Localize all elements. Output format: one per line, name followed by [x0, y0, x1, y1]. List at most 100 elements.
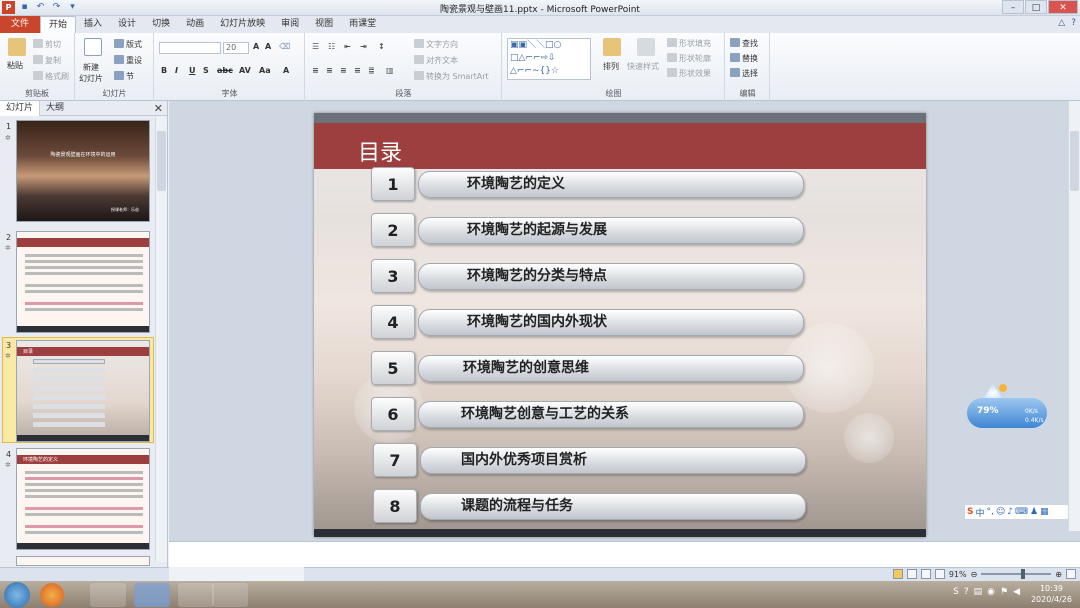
- maximize-button[interactable]: □: [1025, 0, 1047, 14]
- fit-slide-icon[interactable]: [1066, 569, 1076, 579]
- tab-slideshow[interactable]: 幻灯片放映: [212, 16, 273, 33]
- slide-title[interactable]: 目录: [358, 135, 402, 167]
- toc-item-8[interactable]: 8 课题的流程与任务: [373, 489, 813, 523]
- arrange-button[interactable]: 排列: [603, 61, 619, 72]
- increase-indent-icon[interactable]: ⇥: [360, 42, 367, 51]
- toc-item-1[interactable]: 1 环境陶艺的定义: [371, 167, 811, 201]
- change-case-button[interactable]: Aa: [259, 66, 271, 75]
- tray-network-icon[interactable]: ▤: [974, 587, 983, 597]
- taskbar-powerpoint-icon[interactable]: [212, 583, 248, 607]
- decrease-indent-icon[interactable]: ⇤: [344, 42, 351, 51]
- taskbar-app-360-icon[interactable]: [40, 583, 64, 607]
- char-spacing-button[interactable]: AV: [239, 66, 251, 75]
- shadow-button[interactable]: S: [203, 66, 209, 75]
- underline-button[interactable]: U: [189, 66, 196, 75]
- tab-view[interactable]: 视图: [307, 16, 341, 33]
- section-button[interactable]: 节: [114, 71, 134, 82]
- tray-sogou-icon[interactable]: S: [953, 587, 959, 597]
- slide-thumbnail-1[interactable]: 陶瓷景观壁画在环境中的运用 授课老师：乐苗: [16, 120, 150, 222]
- taskbar-app-icon[interactable]: [134, 583, 170, 607]
- zoom-in-icon[interactable]: ⊕: [1055, 570, 1062, 579]
- voice-icon[interactable]: ♪: [1007, 507, 1013, 517]
- columns-icon[interactable]: ▥: [386, 66, 394, 75]
- minimize-button[interactable]: –: [1002, 0, 1024, 14]
- copy-button[interactable]: 复制: [33, 55, 61, 66]
- strikethrough-button[interactable]: abc: [217, 66, 233, 75]
- tray-flag-icon[interactable]: ⚑: [1000, 587, 1008, 597]
- find-button[interactable]: 查找: [730, 38, 758, 49]
- toc-item-7[interactable]: 7 国内外优秀项目赏析: [373, 443, 813, 477]
- editor-scroll-thumb[interactable]: [1070, 131, 1079, 191]
- align-center-icon[interactable]: ≡: [326, 66, 333, 75]
- tab-slides[interactable]: 幻灯片: [0, 101, 41, 116]
- clear-format-icon[interactable]: ⌫: [279, 42, 290, 51]
- tab-rain-classroom[interactable]: 雨课堂: [341, 16, 384, 33]
- quick-styles-button[interactable]: 快速样式: [627, 61, 659, 72]
- paste-button[interactable]: 粘贴: [7, 60, 23, 71]
- new-slide-button[interactable]: 新建: [83, 62, 99, 73]
- slide-thumbnail-2[interactable]: [16, 231, 150, 333]
- normal-view-icon[interactable]: [892, 569, 903, 579]
- grow-font-icon[interactable]: A: [253, 42, 259, 51]
- slide-thumbnail-5[interactable]: [16, 556, 150, 566]
- align-text-button[interactable]: 对齐文本: [414, 55, 458, 66]
- slide-sorter-view-icon[interactable]: [906, 569, 917, 579]
- bold-button[interactable]: B: [161, 66, 167, 75]
- tab-transitions[interactable]: 切换: [144, 16, 178, 33]
- paste-icon[interactable]: [8, 38, 26, 56]
- editor-scrollbar[interactable]: [1068, 101, 1080, 531]
- font-name-select[interactable]: [159, 42, 221, 54]
- tab-design[interactable]: 设计: [110, 16, 144, 33]
- font-size-select[interactable]: 20: [223, 42, 249, 54]
- tab-file[interactable]: 文件: [0, 16, 41, 33]
- italic-button[interactable]: I: [175, 66, 178, 75]
- toc-item-4[interactable]: 4 环境陶艺的国内外现状: [371, 305, 811, 339]
- horizontal-scrollbar[interactable]: [169, 567, 304, 581]
- help-icon[interactable]: ?: [1071, 18, 1076, 28]
- tab-review[interactable]: 审阅: [273, 16, 307, 33]
- font-color-button[interactable]: A: [283, 66, 289, 75]
- cut-button[interactable]: 剪切: [33, 39, 61, 50]
- select-button[interactable]: 选择: [730, 68, 758, 79]
- layout-button[interactable]: 版式: [114, 39, 142, 50]
- panel-scroll-thumb[interactable]: [157, 131, 166, 191]
- close-button[interactable]: ✕: [1048, 0, 1078, 14]
- zoom-level[interactable]: 91%: [949, 570, 967, 579]
- ime-toolbar[interactable]: S 中 °, ☺ ♪ ⌨ ♟ ▦: [964, 504, 1078, 520]
- text-direction-button[interactable]: 文字方向: [414, 39, 458, 50]
- zoom-slider-knob[interactable]: [1021, 569, 1026, 579]
- new-slide-icon[interactable]: [84, 38, 102, 56]
- notes-pane[interactable]: [169, 541, 1080, 567]
- start-button[interactable]: [4, 582, 30, 608]
- zoom-out-icon[interactable]: ⊖: [971, 570, 978, 579]
- toc-item-3[interactable]: 3 环境陶艺的分类与特点: [371, 259, 811, 293]
- slideshow-view-icon[interactable]: [934, 569, 945, 579]
- taskbar-app-icon[interactable]: [178, 583, 214, 607]
- close-panel-icon[interactable]: ✕: [154, 102, 163, 115]
- panel-scrollbar[interactable]: [155, 117, 167, 562]
- quick-styles-icon[interactable]: [637, 38, 655, 56]
- align-right-icon[interactable]: ≡: [340, 66, 347, 75]
- shape-outline-button[interactable]: 形状轮廓: [667, 53, 711, 64]
- toc-item-6[interactable]: 6 环境陶艺创意与工艺的关系: [371, 397, 811, 431]
- punctuation-icon[interactable]: °,: [987, 507, 994, 517]
- user-icon[interactable]: ♟: [1030, 507, 1038, 517]
- tray-help-icon[interactable]: ?: [964, 587, 969, 597]
- replace-button[interactable]: 替换: [730, 53, 758, 64]
- line-spacing-icon[interactable]: ↕: [378, 42, 385, 51]
- system-clock[interactable]: 10:39 2020/4/26: [1031, 583, 1072, 605]
- tab-animations[interactable]: 动画: [178, 16, 212, 33]
- zoom-slider[interactable]: [981, 569, 1052, 579]
- justify-icon[interactable]: ≡: [354, 66, 361, 75]
- format-painter-button[interactable]: 格式刷: [33, 71, 69, 82]
- slide-canvas[interactable]: 目录 1 环境陶艺的定义 2 环境陶艺的起源与发展 3 环境陶艺的分类与特点 4…: [314, 113, 926, 537]
- tray-wechat-icon[interactable]: ◉: [987, 587, 995, 597]
- emoji-icon[interactable]: ☺: [996, 507, 1005, 517]
- skin-icon[interactable]: ▦: [1040, 507, 1049, 517]
- smartart-button[interactable]: 转换为 SmartArt: [414, 71, 489, 82]
- slide-thumbnail-3[interactable]: 目录: [16, 340, 150, 442]
- shape-fill-button[interactable]: 形状填充: [667, 38, 711, 49]
- sogou-logo-icon[interactable]: S: [967, 507, 973, 517]
- distribute-icon[interactable]: ≣: [368, 66, 375, 75]
- memory-accelerator-widget[interactable]: 79% 0K/s 0.4K/s: [967, 384, 1047, 432]
